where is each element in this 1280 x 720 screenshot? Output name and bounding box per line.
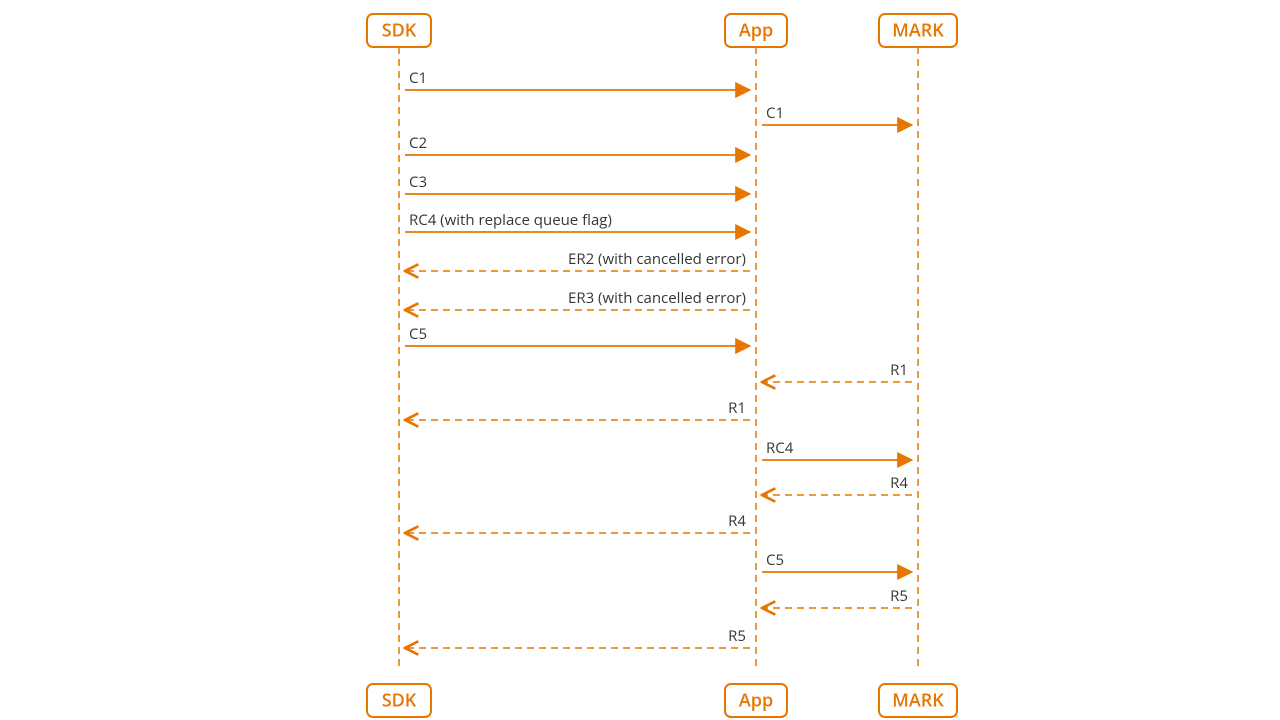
actor-mark-bottom-label: MARK: [892, 688, 944, 712]
message-label-m_r4_as: R4: [728, 511, 746, 531]
message-label-m_er3: ER3 (with cancelled error): [568, 288, 746, 308]
message-label-m_c2: C2: [409, 133, 427, 153]
message-label-m_c5_sa: C5: [409, 324, 427, 344]
sequence-diagram: SDK SDK App App MARK MARK C1 C1 C2 C3 RC4 (with re…: [0, 0, 1280, 720]
actor-app-bottom-label: App: [739, 688, 773, 712]
message-label-m_r4_ma: R4: [890, 473, 908, 493]
message-label-m_er2: ER2 (with cancelled error): [568, 249, 746, 269]
message-label-m_c1_am: C1: [766, 103, 784, 123]
message-label-m_r5_as: R5: [728, 626, 746, 646]
message-label-m_rc4_sa: RC4 (with replace queue flag): [409, 210, 612, 230]
message-label-m_r5_ma: R5: [890, 586, 908, 606]
message-label-m_c3: C3: [409, 172, 427, 192]
message-label-m_r1_ma: R1: [890, 360, 908, 380]
message-label-m_r1_as: R1: [728, 398, 746, 418]
actor-sdk-bottom-label: SDK: [382, 688, 417, 712]
actor-app-top-label: App: [739, 18, 773, 42]
actor-mark-top-label: MARK: [892, 18, 944, 42]
message-label-m_c5_am: C5: [766, 550, 784, 570]
message-label-m_rc4_am: RC4: [766, 438, 794, 458]
actor-sdk-top-label: SDK: [382, 18, 417, 42]
message-label-m_c1_sa: C1: [409, 68, 427, 88]
